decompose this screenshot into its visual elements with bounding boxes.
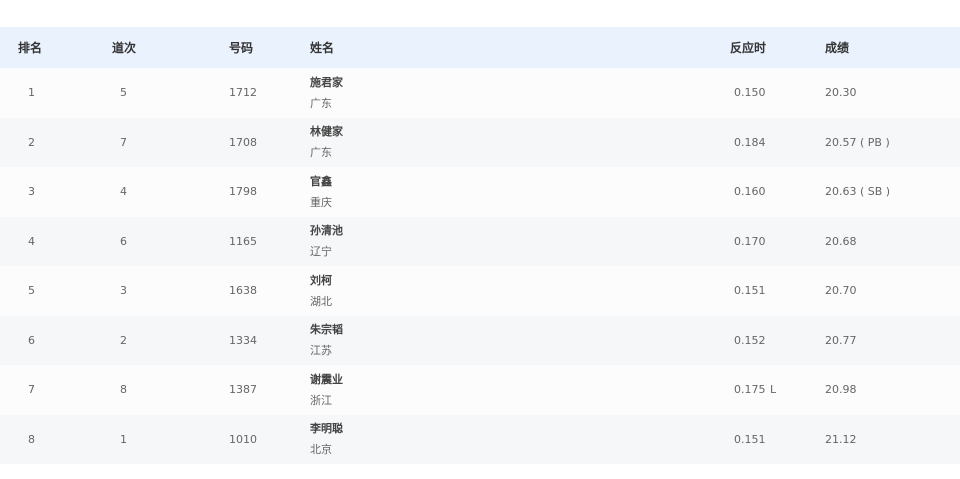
rank-cell: 3 <box>28 185 35 199</box>
header-lane: 道次 <box>112 41 137 55</box>
reaction-cell: 0.151 <box>734 432 766 446</box>
table-row: 7 8 1387 谢震业 浙江 0.175 L 20.98 <box>0 365 960 415</box>
athlete-province: 重庆 <box>310 195 332 209</box>
result-value: 20.70 <box>825 284 857 298</box>
table-row: 5 3 1638 刘柯 湖北 0.151 20.70 <box>0 266 960 316</box>
athlete-name: 孙清池 <box>310 224 343 238</box>
result-cell: 20.63 ( SB ) <box>770 185 960 198</box>
lane-cell: 4 <box>120 185 127 199</box>
rank-cell: 2 <box>28 135 35 149</box>
header-name: 姓名 <box>310 41 335 55</box>
reaction-cell: 0.175 <box>734 383 766 397</box>
result-value: 21.12 <box>825 432 857 446</box>
table-row: 8 1 1010 李明聪 北京 0.151 21.12 <box>0 414 960 465</box>
result-cell: 21.12 <box>770 433 960 446</box>
table-row: 6 2 1334 朱宗韬 江苏 0.152 20.77 <box>0 315 960 366</box>
result-value: 20.57 ( PB ) <box>825 135 890 149</box>
bib-cell: 1708 <box>229 135 257 149</box>
header-reaction: 反应时 <box>730 41 767 55</box>
name-cell: 李明聪 北京 <box>310 415 655 465</box>
name-cell: 孙清池 辽宁 <box>310 217 655 267</box>
athlete-name: 朱宗韬 <box>310 323 343 337</box>
results-table: 排名 道次 号码 姓名 反应时 成绩 1 5 1712 施君家 广东 0.150… <box>0 27 960 464</box>
header-result: 成绩 <box>825 41 850 55</box>
athlete-province: 辽宁 <box>310 245 332 259</box>
reaction-cell: 0.184 <box>734 135 766 149</box>
lane-cell: 5 <box>120 86 127 100</box>
reaction-cell: 0.151 <box>734 284 766 298</box>
result-flag: L <box>770 383 777 397</box>
result-cell: 20.57 ( PB ) <box>770 136 960 149</box>
result-value: 20.63 ( SB ) <box>825 185 891 199</box>
result-value: 20.30 <box>825 86 857 100</box>
result-cell: 20.30 <box>770 86 960 99</box>
rank-cell: 5 <box>28 284 35 298</box>
header-rank: 排名 <box>18 41 43 55</box>
table-row: 2 7 1708 林健家 广东 0.184 20.57 ( PB ) <box>0 117 960 168</box>
reaction-cell: 0.170 <box>734 234 766 248</box>
result-value: 20.77 <box>825 333 857 347</box>
rank-cell: 8 <box>28 432 35 446</box>
lane-cell: 6 <box>120 234 127 248</box>
result-value: 20.68 <box>825 234 857 248</box>
lane-cell: 1 <box>120 432 127 446</box>
athlete-name: 刘柯 <box>310 273 332 287</box>
lane-cell: 7 <box>120 135 127 149</box>
athlete-province: 浙江 <box>310 393 332 407</box>
name-cell: 谢震业 浙江 <box>310 365 655 415</box>
bib-cell: 1712 <box>229 86 257 100</box>
athlete-name: 李明聪 <box>310 422 343 436</box>
result-cell: 20.68 <box>770 235 960 248</box>
name-cell: 刘柯 湖北 <box>310 266 655 316</box>
name-cell: 林健家 广东 <box>310 118 655 168</box>
rank-cell: 7 <box>28 383 35 397</box>
athlete-name: 谢震业 <box>310 372 343 386</box>
bib-cell: 1387 <box>229 383 257 397</box>
name-cell: 朱宗韬 江苏 <box>310 316 655 366</box>
rank-cell: 6 <box>28 333 35 347</box>
reaction-cell: 0.160 <box>734 185 766 199</box>
reaction-cell: 0.152 <box>734 333 766 347</box>
results-page: 排名 道次 号码 姓名 反应时 成绩 1 5 1712 施君家 广东 0.150… <box>0 0 960 479</box>
athlete-province: 湖北 <box>310 294 332 308</box>
table-row: 1 5 1712 施君家 广东 0.150 20.30 <box>0 68 960 118</box>
table-row: 3 4 1798 官鑫 重庆 0.160 20.63 ( SB ) <box>0 167 960 217</box>
rank-cell: 1 <box>28 86 35 100</box>
athlete-name: 官鑫 <box>310 174 332 188</box>
bib-cell: 1798 <box>229 185 257 199</box>
name-cell: 官鑫 重庆 <box>310 167 655 217</box>
lane-cell: 2 <box>120 333 127 347</box>
bib-cell: 1010 <box>229 432 257 446</box>
athlete-name: 施君家 <box>310 75 343 89</box>
athlete-province: 江苏 <box>310 344 332 358</box>
rank-cell: 4 <box>28 234 35 248</box>
bib-cell: 1334 <box>229 333 257 347</box>
athlete-name: 林健家 <box>310 125 343 139</box>
header-bib: 号码 <box>229 41 254 55</box>
result-cell: L 20.98 <box>770 383 960 396</box>
result-cell: 20.70 <box>770 284 960 297</box>
lane-cell: 3 <box>120 284 127 298</box>
bib-cell: 1638 <box>229 284 257 298</box>
table-row: 4 6 1165 孙清池 辽宁 0.170 20.68 <box>0 216 960 267</box>
table-header: 排名 道次 号码 姓名 反应时 成绩 <box>0 27 960 68</box>
reaction-cell: 0.150 <box>734 86 766 100</box>
name-cell: 施君家 广东 <box>310 68 655 118</box>
athlete-province: 广东 <box>310 146 332 160</box>
lane-cell: 8 <box>120 383 127 397</box>
athlete-province: 广东 <box>310 96 332 110</box>
athlete-province: 北京 <box>310 443 332 457</box>
result-value: 20.98 <box>825 383 857 397</box>
result-cell: 20.77 <box>770 334 960 347</box>
bib-cell: 1165 <box>229 234 257 248</box>
